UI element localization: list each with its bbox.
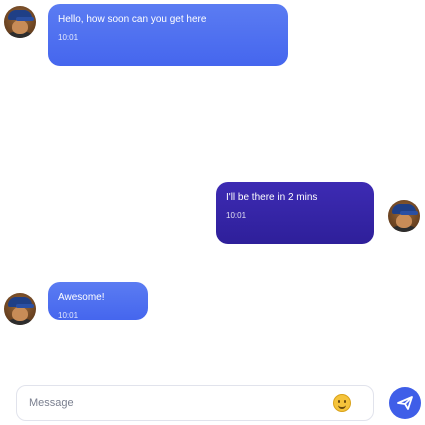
contact-avatar [4, 293, 36, 325]
contact-avatar [4, 6, 36, 38]
message-bubble-incoming: Awesome! 10:01 [48, 282, 148, 320]
message-input[interactable]: Message [16, 385, 374, 421]
message-bubble-outgoing: I'll be there in 2 mins 10:01 [216, 182, 374, 244]
message-time: 10:01 [58, 33, 79, 42]
message-text: Awesome! [58, 292, 105, 303]
message-text: Hello, how soon can you get here [58, 14, 207, 25]
message-input-placeholder: Message [29, 397, 74, 409]
send-button[interactable] [389, 387, 421, 419]
emoji-smile-icon[interactable] [333, 394, 351, 412]
user-avatar [388, 200, 420, 232]
send-arrow-icon [397, 396, 413, 410]
message-time: 10:01 [226, 211, 247, 220]
message-bubble-incoming: Hello, how soon can you get here 10:01 [48, 4, 288, 66]
message-text: I'll be there in 2 mins [226, 192, 318, 203]
message-time: 10:01 [58, 311, 79, 320]
